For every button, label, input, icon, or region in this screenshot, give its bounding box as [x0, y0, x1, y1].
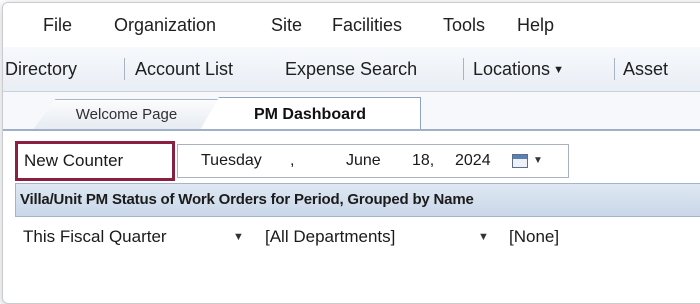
new-counter-label: New Counter — [24, 151, 124, 170]
menu-organization[interactable]: Organization — [114, 3, 216, 47]
date-day[interactable]: 18, — [412, 145, 434, 177]
toolbar-separator — [463, 58, 464, 80]
new-counter-button[interactable]: New Counter — [15, 141, 175, 181]
menu-site[interactable]: Site — [271, 3, 302, 47]
toolbar: Directory Account List Expense Search Lo… — [3, 47, 700, 92]
toolbar-expense-search-button[interactable]: Expense Search — [285, 47, 417, 91]
menu-bar: File Organization Site Facilities Tools … — [3, 3, 700, 48]
toolbar-separator — [124, 58, 125, 80]
chevron-down-icon[interactable]: ▼ — [478, 217, 489, 257]
toolbar-assets-button[interactable]: Asset — [623, 47, 668, 91]
chevron-down-icon[interactable]: ▼ — [533, 145, 543, 177]
filter-bar: This Fiscal Quarter ▼ [All Departments] … — [15, 217, 700, 257]
toolbar-locations-dropdown[interactable]: Locations ▼ — [473, 47, 564, 91]
menu-facilities[interactable]: Facilities — [332, 3, 402, 47]
period-dropdown[interactable]: This Fiscal Quarter — [23, 217, 167, 257]
tab-pm-dashboard[interactable]: PM Dashboard — [199, 97, 421, 132]
date-month[interactable]: June — [346, 145, 381, 177]
report-title: Villa/Unit PM Status of Work Orders for … — [20, 191, 474, 208]
menu-help[interactable]: Help — [517, 3, 554, 47]
toolbar-account-list-button[interactable]: Account List — [135, 47, 233, 91]
chevron-down-icon: ▼ — [553, 64, 564, 76]
calendar-icon[interactable] — [512, 154, 528, 168]
menu-file[interactable]: File — [43, 3, 72, 47]
departments-dropdown[interactable]: [All Departments] — [265, 217, 395, 257]
date-picker[interactable]: Tuesday , June 18, 2024 ▼ — [177, 144, 569, 178]
chevron-down-icon[interactable]: ▼ — [233, 217, 244, 257]
grouping-dropdown[interactable]: [None] — [509, 217, 559, 257]
toolbar-directory-button[interactable]: Directory — [5, 47, 77, 91]
app-window: File Organization Site Facilities Tools … — [2, 2, 700, 304]
report-header: Villa/Unit PM Status of Work Orders for … — [15, 183, 700, 217]
toolbar-locations-label: Locations — [473, 59, 551, 79]
menu-tools[interactable]: Tools — [443, 3, 485, 47]
tab-welcome-page[interactable]: Welcome Page — [33, 99, 220, 130]
date-separator: , — [290, 152, 295, 169]
date-year[interactable]: 2024 — [455, 145, 491, 177]
date-weekday[interactable]: Tuesday — [201, 145, 262, 177]
toolbar-separator — [614, 58, 615, 80]
